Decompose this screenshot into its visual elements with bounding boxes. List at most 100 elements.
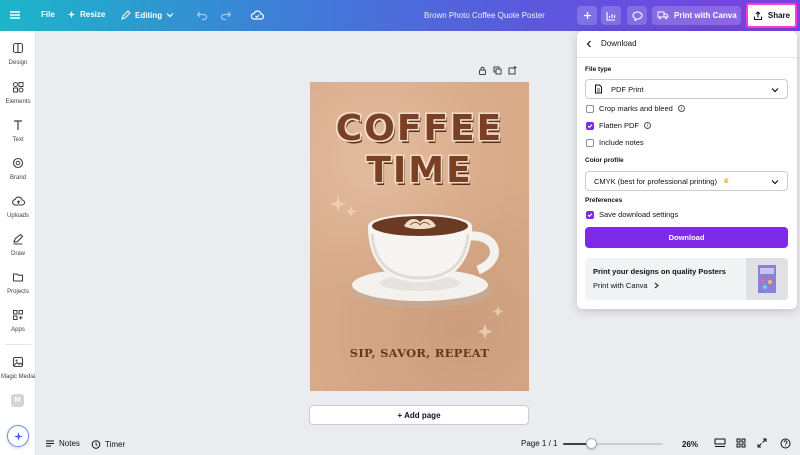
draw-icon <box>13 233 24 245</box>
info-icon[interactable]: i <box>644 122 652 129</box>
preferences-label: Preferences <box>585 197 623 204</box>
zoom-level[interactable]: 26% <box>682 440 698 449</box>
share-upload-icon <box>753 10 762 20</box>
include-notes-checkbox[interactable] <box>586 138 594 147</box>
grid-view-icon[interactable] <box>736 438 746 448</box>
magic-assistant-button[interactable] <box>7 425 29 447</box>
redo-icon[interactable] <box>220 9 232 23</box>
sidebar-item-label: Apps <box>11 327 25 333</box>
color-profile-select[interactable]: CMYK (best for professional printing) ♛ <box>585 171 788 191</box>
sidebar-item-apps[interactable]: Apps <box>0 309 36 333</box>
crop-marks-option[interactable]: Crop marks and bleed i <box>586 104 685 113</box>
insights-button[interactable] <box>601 6 621 25</box>
notes-button[interactable]: Notes <box>45 439 80 448</box>
app-badge[interactable]: M <box>11 394 24 407</box>
print-promo-card[interactable]: Print your designs on quality Posters Pr… <box>585 258 788 300</box>
poster-canvas[interactable]: COFFEE TIME SIP, SAVOR, REPEAT <box>310 82 529 391</box>
apps-icon <box>13 310 23 320</box>
download-panel-title: Download <box>601 39 637 48</box>
projects-icon <box>12 273 24 282</box>
info-icon[interactable]: i <box>677 105 685 112</box>
sparkle-icon <box>13 431 23 441</box>
brand-icon <box>12 157 24 169</box>
poster-title-line-1[interactable]: COFFEE <box>310 108 529 149</box>
save-settings-option[interactable]: Save download settings <box>586 210 678 219</box>
resize-button[interactable]: Resize <box>67 10 105 19</box>
help-icon[interactable] <box>780 438 791 449</box>
fullscreen-icon[interactable] <box>757 438 767 448</box>
coffee-cup-image <box>348 214 499 308</box>
sidebar-item-magic-media[interactable]: Magic Media <box>0 356 36 380</box>
sidebar-item-label: Magic Media <box>0 374 35 380</box>
sidebar-item-label: Brand <box>9 175 26 181</box>
comments-button[interactable] <box>627 6 647 25</box>
include-notes-label: Include notes <box>599 138 644 147</box>
download-button[interactable]: Download <box>585 227 788 248</box>
sidebar-item-label: Text <box>12 137 24 143</box>
sidebar-item-text[interactable]: Text <box>0 119 36 143</box>
add-page-icon[interactable] <box>508 66 517 75</box>
menu-icon[interactable] <box>8 8 22 22</box>
timer-button[interactable]: Timer <box>91 439 125 449</box>
notes-label: Notes <box>59 439 80 448</box>
panel-divider <box>577 57 797 58</box>
sidebar-item-projects[interactable]: Projects <box>0 271 36 295</box>
sidebar-item-brand[interactable]: Brand <box>0 157 36 181</box>
notes-icon <box>46 440 54 447</box>
file-type-label: File type <box>585 66 612 73</box>
poster-preview-image <box>746 258 788 300</box>
download-panel-header: Download <box>585 39 637 48</box>
save-settings-checkbox[interactable] <box>586 210 594 219</box>
flatten-pdf-option[interactable]: Flatten PDF i <box>586 121 652 130</box>
lock-icon[interactable] <box>478 66 487 75</box>
include-notes-option[interactable]: Include notes <box>586 138 644 147</box>
resize-label: Resize <box>80 10 106 19</box>
duplicate-page-icon[interactable] <box>493 66 502 75</box>
sidebar-item-label: Uploads <box>6 213 29 219</box>
page-indicator[interactable]: Page 1 / 1 <box>521 439 557 448</box>
poster-title-line-2[interactable]: TIME <box>310 150 529 191</box>
undo-icon[interactable] <box>196 9 208 23</box>
sidebar-item-draw[interactable]: Draw <box>0 233 36 257</box>
editing-mode-button[interactable]: Editing <box>121 10 174 20</box>
add-collaborator-button[interactable] <box>577 6 597 25</box>
editing-label: Editing <box>135 10 163 20</box>
pdf-file-icon <box>595 84 602 94</box>
flatten-pdf-label: Flatten PDF <box>599 121 640 130</box>
download-panel: Download File type PDF Print Crop marks … <box>577 31 797 309</box>
promo-link[interactable]: Print with Canva <box>593 281 660 290</box>
sidebar-item-elements[interactable]: Elements <box>0 81 36 105</box>
page-view-icon[interactable] <box>714 438 726 448</box>
text-icon <box>14 120 22 130</box>
color-profile-label: Color profile <box>585 157 624 164</box>
flatten-pdf-checkbox[interactable] <box>586 121 594 130</box>
sidebar-item-uploads[interactable]: Uploads <box>0 195 36 219</box>
poster-subtitle[interactable]: SIP, SAVOR, REPEAT <box>310 346 529 360</box>
chart-icon <box>606 11 616 21</box>
back-chevron-icon[interactable] <box>585 40 593 48</box>
sidebar-item-label: Draw <box>10 251 25 257</box>
elements-icon <box>13 82 24 93</box>
save-settings-label: Save download settings <box>599 210 679 219</box>
crop-marks-checkbox[interactable] <box>586 104 594 113</box>
document-title[interactable]: Brown Photo Coffee Quote Poster <box>424 11 545 20</box>
color-profile-value: CMYK (best for professional printing) <box>594 176 717 186</box>
sidebar-item-label: Projects <box>7 289 29 295</box>
file-type-select[interactable]: PDF Print <box>585 79 788 99</box>
zoom-slider-handle[interactable] <box>586 438 597 449</box>
cloud-saved-icon[interactable] <box>250 9 265 23</box>
pencil-icon <box>121 10 131 20</box>
chevron-down-icon <box>771 180 779 185</box>
chevron-down-icon <box>771 88 779 93</box>
promo-title: Print your designs on quality Posters <box>593 267 726 276</box>
plus-icon <box>583 12 591 19</box>
crown-icon: ♛ <box>722 178 730 185</box>
comment-icon <box>631 10 643 21</box>
sidebar-divider <box>5 344 31 345</box>
share-button[interactable]: Share <box>746 3 797 28</box>
sidebar-item-design[interactable]: Design <box>0 42 36 66</box>
print-with-canva-button[interactable]: Print with Canva <box>652 6 741 25</box>
checkmark-icon <box>587 212 593 217</box>
file-menu-button[interactable]: File <box>41 10 55 19</box>
add-page-button[interactable]: + Add page <box>309 405 529 425</box>
